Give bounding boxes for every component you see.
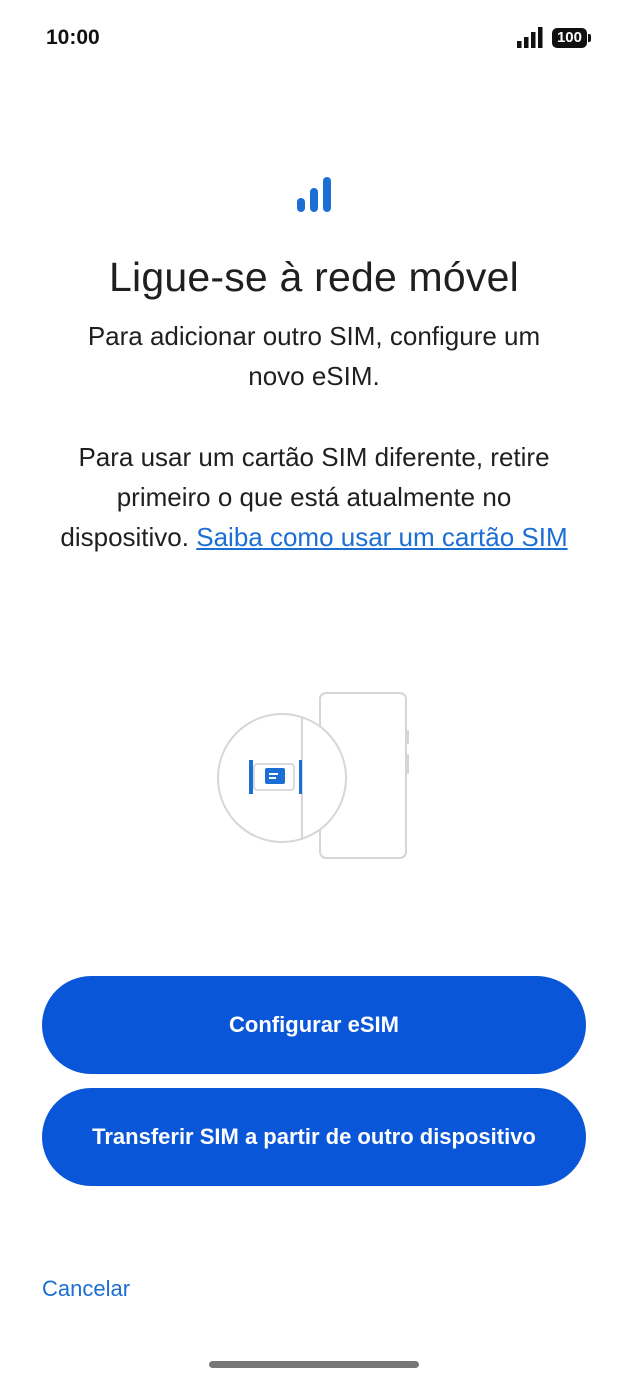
cancel-button[interactable]: Cancelar — [42, 1276, 130, 1302]
cellular-signal-icon — [516, 27, 543, 48]
sim-card-description: Para usar um cartão SIM diferente, retir… — [60, 437, 568, 557]
page-title: Ligue-se à rede móvel — [109, 254, 519, 300]
status-bar: 10:00 100 — [0, 0, 628, 76]
learn-sim-card-link[interactable]: Saiba como usar um cartão SIM — [196, 522, 567, 552]
configure-esim-button[interactable]: Configurar eSIM — [42, 976, 586, 1074]
sim-card-tray-icon — [217, 692, 409, 859]
battery-icon: 100 — [551, 28, 592, 48]
status-icons: 100 — [516, 26, 592, 50]
cellular-signal-icon — [297, 177, 331, 212]
esim-description: Para adicionar outro SIM, configure um n… — [87, 321, 541, 391]
transfer-sim-button[interactable]: Transferir SIM a partir de outro disposi… — [42, 1088, 586, 1186]
status-time: 10:00 — [46, 26, 100, 49]
home-indicator[interactable] — [209, 1361, 419, 1368]
